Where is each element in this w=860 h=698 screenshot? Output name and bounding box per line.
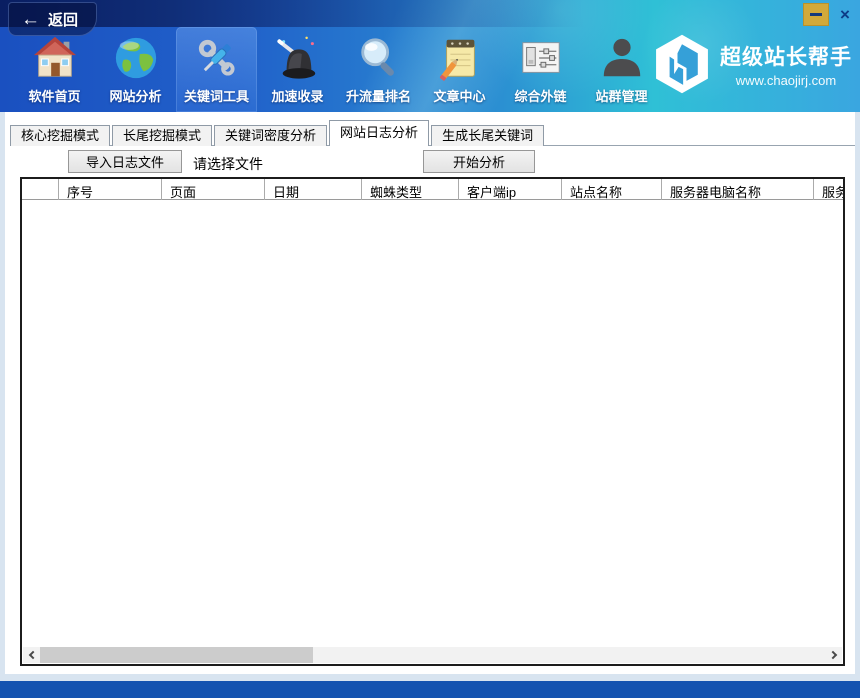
import-log-button[interactable]: 导入日志文件 [68, 150, 182, 173]
column-header-server-computer-name[interactable]: 服务器电脑名称 [662, 179, 814, 200]
chevron-left-icon [28, 651, 36, 659]
toolbar-item-keyword-tools[interactable]: 关键词工具 [176, 27, 257, 112]
toolbar-item-label: 加速收录 [271, 86, 323, 105]
brand-name: 超级站长帮手 [720, 41, 852, 71]
toolbar-item-label: 关键词工具 [184, 86, 249, 105]
user-icon [599, 35, 645, 81]
tab-generate-longtail[interactable]: 生成长尾关键词 [431, 125, 544, 146]
tab-core-mining[interactable]: 核心挖掘模式 [10, 125, 110, 146]
column-header-page[interactable]: 页面 [162, 179, 265, 200]
file-select-hint: 请选择文件 [193, 154, 263, 174]
toolbar-item-label: 文章中心 [433, 86, 485, 105]
toolbar-item-label: 网站分析 [109, 86, 161, 105]
tools-icon [194, 35, 240, 81]
toolbar-item-label: 综合外链 [514, 86, 566, 105]
log-table-header: 序号 页面 日期 蜘蛛类型 客户端ip 站点名称 服务器电脑名称 服务器 [22, 179, 845, 200]
window-controls: × [803, 3, 854, 26]
main-toolbar: 软件首页 网站分析 [14, 27, 662, 112]
toolbar-item-external-links[interactable]: 综合外链 [500, 27, 581, 112]
tab-strip: 核心挖掘模式 长尾挖掘模式 关键词密度分析 网站日志分析 生成长尾关键词 [10, 118, 855, 146]
scrollbar-thumb[interactable] [40, 647, 313, 663]
hexagon-logo-icon [653, 33, 711, 95]
minimize-button[interactable] [803, 3, 829, 26]
back-arrow-icon: ← [21, 10, 40, 29]
toolbar-item-home[interactable]: 软件首页 [14, 27, 95, 112]
tab-longtail-mining[interactable]: 长尾挖掘模式 [112, 125, 212, 146]
toolbar-item-site-analysis[interactable]: 网站分析 [95, 27, 176, 112]
notepad-icon [437, 35, 483, 81]
brand-block: 超级站长帮手 www.chaojirj.com [653, 33, 852, 95]
toolbar-item-article-center[interactable]: 文章中心 [419, 27, 500, 112]
chevron-right-icon [828, 651, 836, 659]
minimize-icon [810, 13, 822, 16]
window-bottom-bar [0, 681, 860, 698]
start-analysis-button[interactable]: 开始分析 [423, 150, 535, 173]
app-window: ← 返回 × 软件首页 [0, 0, 860, 698]
toolbar-item-fast-index[interactable]: 加速收录 [257, 27, 338, 112]
column-header-selector[interactable] [22, 179, 59, 200]
magnifier-icon [356, 35, 402, 81]
log-table: 序号 页面 日期 蜘蛛类型 客户端ip 站点名称 服务器电脑名称 服务器 [20, 177, 845, 666]
toolbar-item-label: 站群管理 [595, 86, 647, 105]
log-table-body [22, 201, 843, 647]
column-header-date[interactable]: 日期 [265, 179, 362, 200]
toolbar-item-label: 软件首页 [28, 86, 80, 105]
home-icon [32, 35, 78, 81]
close-button[interactable]: × [836, 5, 854, 25]
toolbar-item-site-group[interactable]: 站群管理 [581, 27, 662, 112]
scroll-left-button[interactable] [23, 647, 39, 663]
brand-url: www.chaojirj.com [720, 73, 852, 88]
scroll-right-button[interactable] [826, 647, 842, 663]
magic-hat-icon [275, 35, 321, 81]
column-header-server-clipped[interactable]: 服务器 [814, 179, 845, 200]
horizontal-scrollbar[interactable] [23, 647, 842, 663]
sliders-icon [518, 35, 564, 81]
tab-keyword-density[interactable]: 关键词密度分析 [214, 125, 327, 146]
column-header-client-ip[interactable]: 客户端ip [459, 179, 562, 200]
globe-icon [113, 35, 159, 81]
tab-site-log-analysis[interactable]: 网站日志分析 [329, 120, 429, 146]
column-header-spider-type[interactable]: 蜘蛛类型 [362, 179, 459, 200]
main-content: 核心挖掘模式 长尾挖掘模式 关键词密度分析 网站日志分析 生成长尾关键词 导入日… [5, 112, 855, 674]
app-header: ← 返回 × 软件首页 [0, 0, 860, 112]
log-controls-row: 导入日志文件 请选择文件 开始分析 [5, 148, 855, 178]
brand-text: 超级站长帮手 www.chaojirj.com [720, 41, 852, 88]
column-header-site-name[interactable]: 站点名称 [562, 179, 662, 200]
toolbar-item-traffic-rank[interactable]: 升流量排名 [338, 27, 419, 112]
toolbar-item-label: 升流量排名 [346, 86, 411, 105]
column-header-index[interactable]: 序号 [59, 179, 162, 200]
titlebar [0, 0, 860, 27]
